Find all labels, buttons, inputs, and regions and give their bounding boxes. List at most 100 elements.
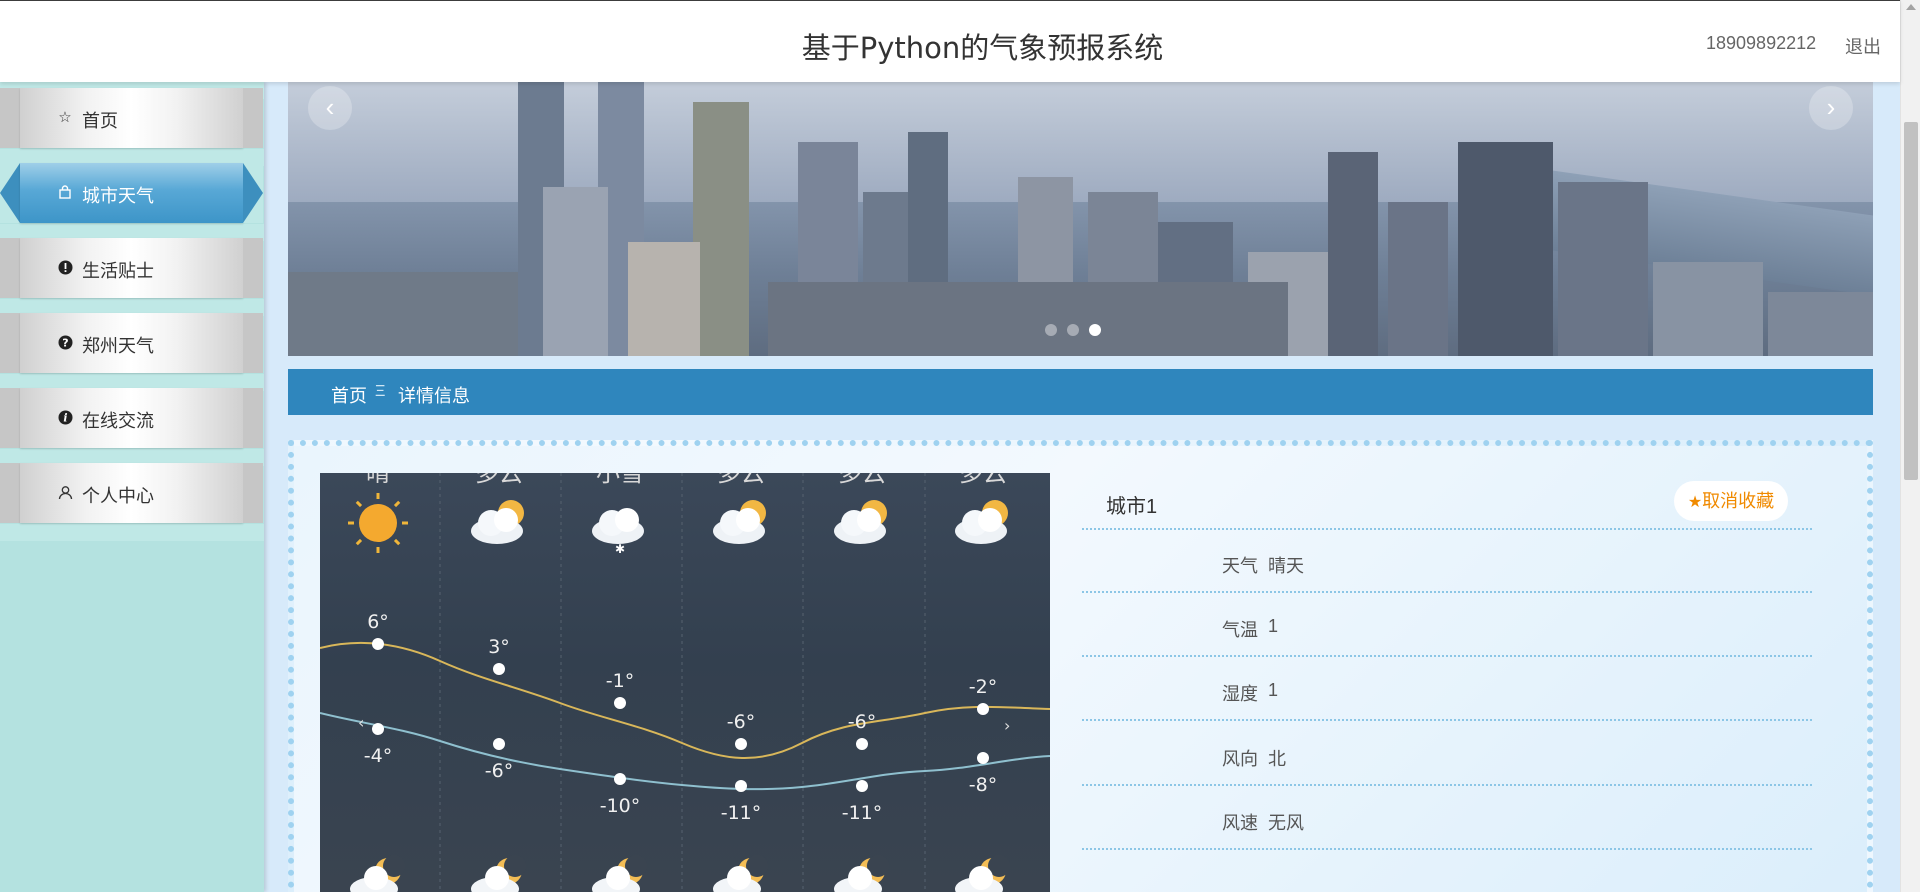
star-icon: ☆ bbox=[58, 109, 72, 126]
high-temp-label: -6° bbox=[848, 711, 876, 733]
low-temp-label: -6° bbox=[485, 760, 513, 782]
scroll-up-icon[interactable] bbox=[1906, 4, 1916, 10]
high-temp-label: 6° bbox=[367, 611, 389, 633]
low-temp-point bbox=[372, 723, 384, 735]
detail-key: 风向 bbox=[1222, 749, 1258, 769]
detail-key: 气温 bbox=[1222, 620, 1258, 640]
sidebar-item-city-weather[interactable]: 城市天气 bbox=[0, 163, 264, 223]
high-temp-point bbox=[856, 738, 868, 750]
night-cloud-icon bbox=[955, 855, 1010, 892]
sidebar: ☆ 首页 城市天气 生活贴士 ? 郑州天气 i 在线交流 个人中心 bbox=[0, 82, 264, 892]
high-temp-point bbox=[614, 697, 626, 709]
detail-row-weather: 天气 晴天 bbox=[1082, 530, 1812, 593]
low-temp-label: -11° bbox=[842, 802, 883, 824]
info-icon: i bbox=[57, 410, 73, 426]
breadcrumb: 首页 Ξ 详情信息 bbox=[288, 369, 1873, 415]
sidebar-item-label: 郑州天气 bbox=[82, 336, 154, 356]
logout-link[interactable]: 退出 bbox=[1845, 33, 1881, 59]
night-cloud-icon bbox=[471, 855, 526, 892]
user-phone[interactable]: 18909892212 bbox=[1706, 33, 1816, 54]
sidebar-item-label: 首页 bbox=[82, 111, 118, 131]
star-icon: ★ bbox=[1687, 494, 1703, 511]
sun-icon bbox=[348, 493, 408, 553]
low-temp-point bbox=[614, 773, 626, 785]
night-cloud-icon bbox=[592, 855, 647, 892]
sidebar-item-label: 生活贴士 bbox=[82, 261, 154, 281]
snow-cloud-icon: ✱ bbox=[592, 508, 644, 556]
banner-pagination bbox=[1045, 322, 1105, 336]
detail-key: 天气 bbox=[1222, 556, 1258, 576]
sidebar-item-life-tips[interactable]: 生活贴士 bbox=[0, 238, 264, 298]
low-temp-point bbox=[977, 752, 989, 764]
scrollbar-thumb[interactable] bbox=[1904, 122, 1918, 480]
forecast-condition: 多云 bbox=[717, 473, 765, 487]
forecast-condition: 小雪 bbox=[596, 473, 644, 487]
low-temp-label: -11° bbox=[721, 802, 762, 824]
unfavorite-button[interactable]: ★取消收藏 bbox=[1674, 481, 1788, 521]
svg-text:✱: ✱ bbox=[615, 542, 625, 556]
svg-text:?: ? bbox=[62, 336, 68, 349]
banner-next-button[interactable]: › bbox=[1809, 86, 1853, 130]
page-title: 基于Python的气象预报系统 bbox=[801, 31, 1164, 65]
banner-dot[interactable] bbox=[1067, 324, 1079, 336]
detail-key: 风速 bbox=[1222, 813, 1258, 833]
question-icon: ? bbox=[57, 335, 73, 351]
user-icon bbox=[57, 485, 73, 501]
night-cloud-icon bbox=[350, 855, 405, 892]
detail-row-wind-direction: 风向 北 bbox=[1082, 723, 1812, 786]
detail-row-wind-speed: 风速 无风 bbox=[1082, 787, 1812, 850]
bag-icon bbox=[57, 185, 73, 201]
high-temp-point bbox=[977, 703, 989, 715]
city-name: 城市1 bbox=[1106, 496, 1158, 518]
forecast-graphic: ‹ › 晴 6° -4° 多云 3° -6° 小雪 ✱ -1° -10° 多云 -6° -11° 多云 -6… bbox=[320, 473, 1050, 892]
sidebar-item-label: 城市天气 bbox=[82, 186, 154, 206]
partly-cloudy-icon bbox=[955, 500, 1008, 544]
high-temp-point bbox=[735, 738, 747, 750]
low-temp-point bbox=[856, 780, 868, 792]
night-cloud-icon bbox=[713, 855, 768, 892]
svg-text:i: i bbox=[63, 412, 67, 425]
forecast-condition: 多云 bbox=[838, 473, 886, 487]
exclamation-icon bbox=[57, 260, 73, 276]
partly-cloudy-icon bbox=[834, 500, 887, 544]
sidebar-item-profile[interactable]: 个人中心 bbox=[0, 463, 264, 523]
partly-cloudy-icon bbox=[471, 500, 524, 544]
unfavorite-label: 取消收藏 bbox=[1702, 491, 1775, 511]
banner-dot[interactable] bbox=[1045, 324, 1057, 336]
sidebar-item-label: 个人中心 bbox=[82, 486, 154, 506]
svg-text:‹: ‹ bbox=[358, 713, 364, 732]
svg-text:›: › bbox=[1004, 716, 1010, 735]
forecast-condition: 多云 bbox=[475, 473, 523, 487]
low-temp-label: -8° bbox=[969, 774, 997, 796]
sidebar-item-label: 在线交流 bbox=[82, 411, 154, 431]
low-temp-label: -10° bbox=[600, 795, 641, 817]
detail-value: 晴天 bbox=[1268, 556, 1304, 576]
low-temp-label: -4° bbox=[364, 745, 392, 767]
sidebar-item-zhengzhou-weather[interactable]: ? 郑州天气 bbox=[0, 313, 264, 373]
page-scrollbar[interactable] bbox=[1900, 0, 1920, 892]
detail-row-humidity: 湿度 1 bbox=[1082, 658, 1812, 721]
weather-forecast-image: ‹ › 晴 6° -4° 多云 3° -6° 小雪 ✱ -1° -10° 多云 -6° -11° 多云 -6… bbox=[320, 473, 1050, 892]
detail-header: 城市1 ★取消收藏 bbox=[1082, 480, 1812, 530]
high-temp-label: -6° bbox=[727, 711, 755, 733]
low-temp-point bbox=[735, 780, 747, 792]
forecast-condition: 晴 bbox=[366, 473, 390, 487]
banner-dot-active[interactable] bbox=[1089, 324, 1101, 336]
high-temp-label: -2° bbox=[969, 676, 997, 698]
city-banner-carousel[interactable]: ‹ › bbox=[288, 82, 1873, 356]
detail-key: 湿度 bbox=[1222, 684, 1258, 704]
breadcrumb-separator: Ξ bbox=[375, 383, 386, 400]
forecast-condition: 多云 bbox=[959, 473, 1007, 487]
night-cloud-icon bbox=[834, 855, 889, 892]
breadcrumb-home-link[interactable]: 首页 bbox=[331, 382, 367, 408]
detail-value: 北 bbox=[1268, 749, 1286, 769]
top-header: 基于Python的气象预报系统 18909892212 退出 bbox=[0, 0, 1900, 82]
sidebar-divider bbox=[0, 524, 264, 541]
sidebar-item-online-chat[interactable]: i 在线交流 bbox=[0, 388, 264, 448]
detail-value: 1 bbox=[1268, 680, 1279, 700]
banner-prev-button[interactable]: ‹ bbox=[308, 86, 352, 130]
low-temp-point bbox=[493, 738, 505, 750]
high-temp-point bbox=[372, 638, 384, 650]
partly-cloudy-icon bbox=[713, 500, 766, 544]
sidebar-item-home[interactable]: ☆ 首页 bbox=[0, 88, 264, 148]
